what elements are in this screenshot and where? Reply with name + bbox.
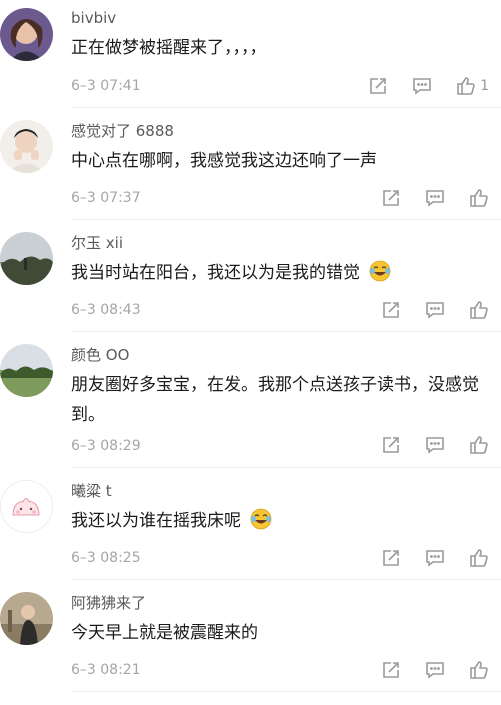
comment-timestamp: 6–3 08:25 xyxy=(71,550,141,566)
thumbs-up-icon xyxy=(457,77,475,95)
comment-actions xyxy=(357,434,489,456)
laughing-crying-emoji-icon xyxy=(370,260,391,282)
comment-username[interactable]: bivbiv xyxy=(71,9,116,27)
share-button[interactable] xyxy=(368,76,388,96)
comment-icon xyxy=(413,78,431,95)
comment-timestamp: 6–3 07:37 xyxy=(71,190,141,206)
reply-button[interactable] xyxy=(425,188,445,208)
comment-icon xyxy=(426,190,444,207)
comment-username[interactable]: 颜色 OO xyxy=(71,346,129,364)
like-button[interactable] xyxy=(469,660,489,680)
comment-actions xyxy=(357,299,489,321)
thumbs-up-icon xyxy=(470,661,488,679)
divider xyxy=(71,579,501,580)
comment-text: 今天早上就是被震醒来的 xyxy=(71,623,258,643)
comment-actions: 1 xyxy=(344,75,489,97)
comment-icon xyxy=(426,550,444,567)
like-button[interactable] xyxy=(469,548,489,568)
reply-button[interactable] xyxy=(425,548,445,568)
share-icon xyxy=(383,437,399,453)
avatar[interactable] xyxy=(0,592,53,645)
thumbs-up-icon xyxy=(470,301,488,319)
divider xyxy=(71,219,501,220)
comment-username[interactable]: 曦粱 t xyxy=(71,482,112,500)
share-button[interactable] xyxy=(381,660,401,680)
like-button[interactable] xyxy=(469,435,489,455)
comment-text: 正在做梦被摇醒来了，，，， xyxy=(71,38,267,58)
reply-button[interactable] xyxy=(412,76,432,96)
comment-text: 中心点在哪啊，我感觉我这边还响了一声 xyxy=(71,151,377,171)
reply-button[interactable] xyxy=(425,300,445,320)
comment-username[interactable]: 尔玉 xii xyxy=(71,234,123,252)
like-button[interactable]: 1 xyxy=(456,76,489,96)
comment-icon xyxy=(426,437,444,454)
comment-text: 我当时站在阳台，我还以为是我的错觉 xyxy=(71,258,481,288)
share-icon xyxy=(383,550,399,566)
like-count: 1 xyxy=(480,78,489,94)
reply-button[interactable] xyxy=(425,435,445,455)
comment-text: 朋友圈好多宝宝，在发。我那个点送孩子读书，没感觉到。 xyxy=(71,375,479,425)
reply-button[interactable] xyxy=(425,660,445,680)
comment-icon xyxy=(426,302,444,319)
comment-text: 我还以为谁在摇我床呢 xyxy=(71,506,481,536)
thumbs-up-icon xyxy=(470,436,488,454)
share-button[interactable] xyxy=(381,188,401,208)
divider xyxy=(71,691,501,692)
laughing-crying-emoji-icon xyxy=(251,508,272,530)
avatar[interactable] xyxy=(0,120,53,173)
comment-timestamp: 6–3 08:29 xyxy=(71,438,141,454)
thumbs-up-icon xyxy=(470,189,488,207)
thumbs-up-icon xyxy=(470,549,488,567)
comment-text-content: 我还以为谁在摇我床呢 xyxy=(71,511,241,531)
share-button[interactable] xyxy=(381,435,401,455)
divider xyxy=(71,331,501,332)
comment-timestamp: 6–3 08:43 xyxy=(71,302,141,318)
comment-timestamp: 6–3 07:41 xyxy=(71,78,141,94)
share-button[interactable] xyxy=(381,548,401,568)
comment-actions xyxy=(357,659,489,681)
share-icon xyxy=(370,78,386,94)
avatar[interactable] xyxy=(0,232,53,285)
comment-timestamp: 6–3 08:21 xyxy=(71,662,141,678)
share-icon xyxy=(383,190,399,206)
comment-actions xyxy=(357,547,489,569)
avatar[interactable] xyxy=(0,8,53,61)
like-button[interactable] xyxy=(469,188,489,208)
avatar[interactable] xyxy=(0,480,53,533)
divider xyxy=(71,107,501,108)
comment-username[interactable]: 阿狒狒来了 xyxy=(71,594,146,612)
comment-icon xyxy=(426,662,444,679)
like-button[interactable] xyxy=(469,300,489,320)
share-icon xyxy=(383,302,399,318)
divider xyxy=(71,467,501,468)
comment-username[interactable]: 感觉对了 6888 xyxy=(71,122,174,140)
share-button[interactable] xyxy=(381,300,401,320)
avatar[interactable] xyxy=(0,344,53,397)
comment-actions xyxy=(357,187,489,209)
comment-text-content: 我当时站在阳台，我还以为是我的错觉 xyxy=(71,263,360,283)
share-icon xyxy=(383,662,399,678)
